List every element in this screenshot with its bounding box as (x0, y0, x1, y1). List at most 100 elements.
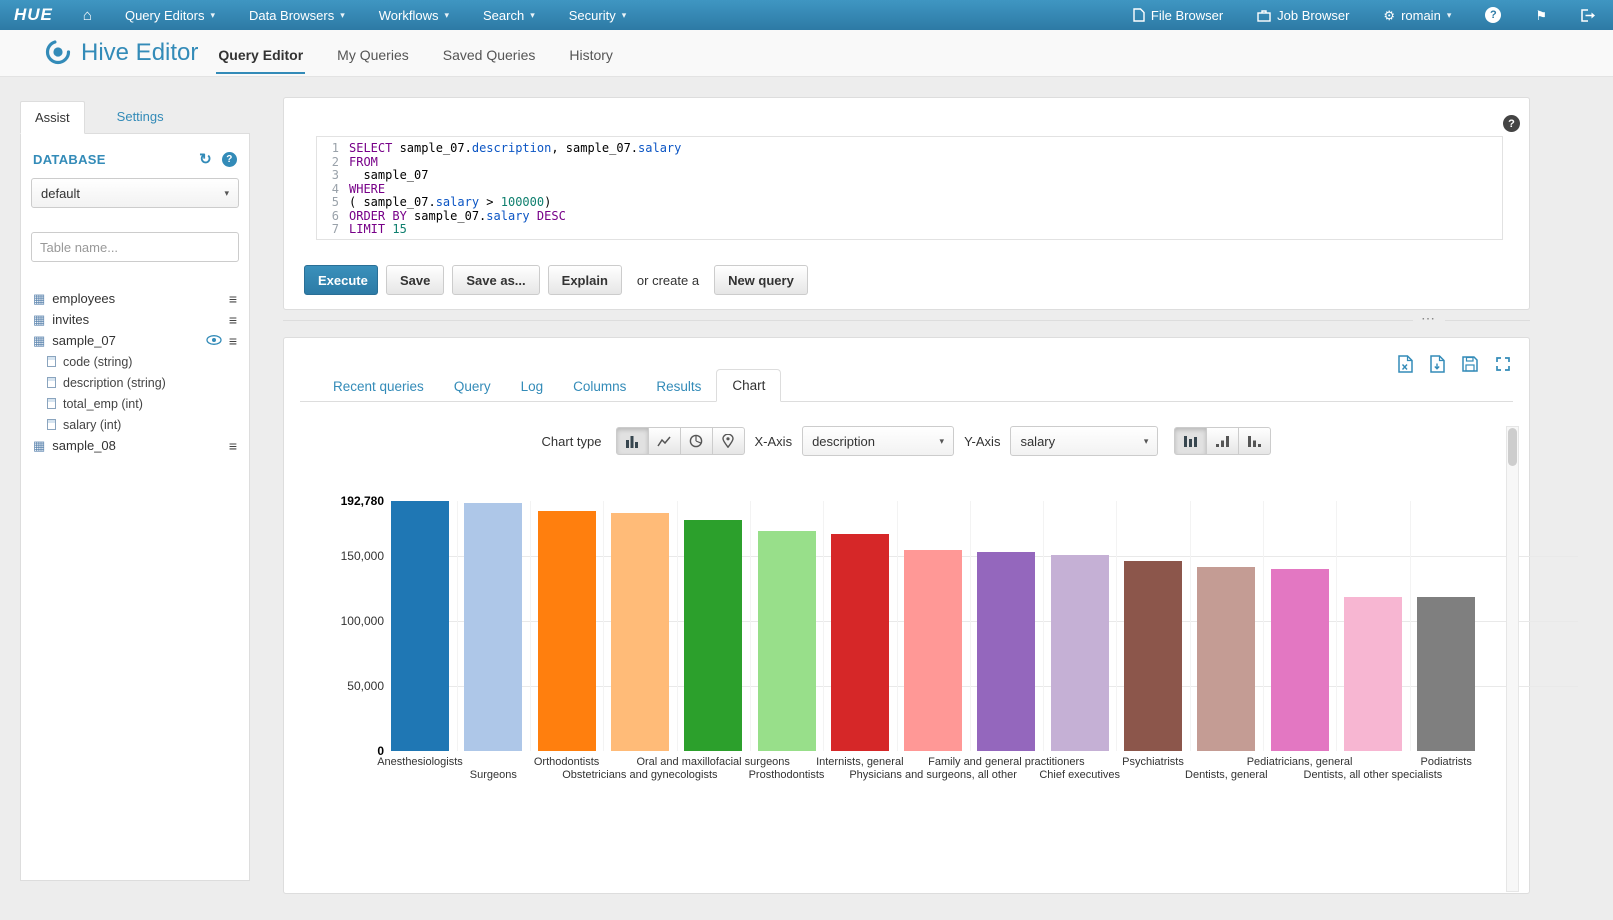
line-chart-button[interactable] (648, 427, 681, 455)
results-tab-results[interactable]: Results (641, 371, 716, 402)
chart-bar-5[interactable] (684, 520, 742, 751)
column-item[interactable]: salary (int) (31, 414, 239, 435)
nav-menu-security[interactable]: Security▾ (552, 0, 644, 30)
database-help-icon[interactable]: ? (222, 152, 237, 167)
chart-type-label: Chart type (542, 434, 602, 449)
file-browser-link[interactable]: File Browser (1116, 0, 1240, 30)
chart-bar-1[interactable] (391, 501, 449, 751)
sorting-none-button[interactable] (1174, 427, 1207, 455)
table-columns-icon[interactable]: ≡ (229, 438, 237, 454)
hue-logo[interactable]: HUE (0, 5, 67, 25)
tab-my-queries[interactable]: My Queries (335, 33, 411, 74)
resize-handle[interactable]: ⋯ (1413, 311, 1445, 325)
pie-chart-button[interactable] (680, 427, 713, 455)
help-button[interactable]: ? (1468, 0, 1518, 30)
results-tab-columns[interactable]: Columns (558, 371, 641, 402)
save-as-button[interactable]: Save as... (452, 265, 539, 295)
new-query-button[interactable]: New query (714, 265, 808, 295)
chart-bar-7[interactable] (831, 534, 889, 751)
chart-bar-12[interactable] (1197, 567, 1255, 751)
chart-bar-11[interactable] (1124, 561, 1182, 751)
y-axis: 192,780150,000100,00050,0000 (294, 501, 384, 751)
table-item-sample_08[interactable]: ▦sample_08≡ (31, 435, 239, 456)
sorting-desc-button[interactable] (1238, 427, 1271, 455)
chart-bar-14[interactable] (1344, 597, 1402, 751)
table-filter-input[interactable] (31, 232, 239, 262)
sql-token: 15 (392, 222, 406, 236)
results-tab-query[interactable]: Query (439, 371, 506, 402)
tab-query-editor[interactable]: Query Editor (216, 33, 305, 74)
sql-text: SELECT sample_07.description, sample_07.… (349, 142, 681, 156)
sorting-asc-button[interactable] (1206, 427, 1239, 455)
tab-settings[interactable]: Settings (117, 109, 164, 124)
editor-help-icon[interactable]: ? (1503, 115, 1520, 132)
table-item-invites[interactable]: ▦invites≡ (31, 309, 239, 330)
map-chart-button[interactable] (712, 427, 745, 455)
sql-token: ( sample_07. (349, 195, 436, 209)
table-icon: ▦ (33, 312, 45, 328)
nav-menu-label: Data Browsers (249, 8, 334, 23)
bar-chart-button[interactable] (616, 427, 649, 455)
sql-token: LIMIT (349, 222, 385, 236)
table-item-employees[interactable]: ▦employees≡ (31, 288, 239, 309)
chart-bar-3[interactable] (538, 511, 596, 751)
scrollbar-thumb[interactable] (1508, 428, 1517, 466)
user-menu[interactable]: ⚙ romain ▾ (1366, 0, 1468, 30)
nav-menu-workflows[interactable]: Workflows▾ (362, 0, 466, 30)
job-browser-label: Job Browser (1277, 8, 1349, 23)
refresh-icon[interactable]: ↻ (199, 150, 212, 168)
column-item[interactable]: total_emp (int) (31, 393, 239, 414)
eye-icon[interactable] (206, 333, 222, 348)
chart-bar-13[interactable] (1271, 569, 1329, 751)
table-columns-icon[interactable]: ≡ (229, 333, 237, 349)
nav-menu-data-browsers[interactable]: Data Browsers▾ (232, 0, 362, 30)
column-item[interactable]: code (string) (31, 351, 239, 372)
table-columns-icon[interactable]: ≡ (229, 312, 237, 328)
chart-bar-8[interactable] (904, 550, 962, 751)
table-icon: ▦ (33, 438, 45, 454)
save-button[interactable]: Save (386, 265, 444, 295)
tab-saved-queries[interactable]: Saved Queries (441, 33, 538, 74)
tab-assist[interactable]: Assist (20, 101, 85, 134)
sql-token: description (472, 141, 551, 155)
line-number: 5 (317, 196, 349, 210)
chart-bar-10[interactable] (1051, 555, 1109, 751)
line-number: 1 (317, 142, 349, 156)
job-browser-link[interactable]: Job Browser (1240, 0, 1366, 30)
chart-bar-4[interactable] (611, 513, 669, 751)
chart-controls: Chart type X-Axis description ▾ Y-Axis s… (284, 426, 1529, 456)
sql-token: sample_07 (349, 168, 428, 182)
results-card: Recent queriesQueryLogColumnsResultsChar… (283, 337, 1530, 894)
results-tab-chart[interactable]: Chart (716, 369, 781, 402)
y-axis-select[interactable]: salary ▾ (1010, 426, 1158, 456)
line-number: 3 (317, 169, 349, 183)
home-icon[interactable]: ⌂ (67, 7, 108, 24)
table-columns-icon[interactable]: ≡ (229, 291, 237, 307)
nav-menu-query-editors[interactable]: Query Editors▾ (108, 0, 232, 30)
sql-code-editor[interactable]: 1SELECT sample_07.description, sample_07… (316, 136, 1503, 240)
results-tab-log[interactable]: Log (506, 371, 559, 402)
results-scrollbar[interactable] (1506, 426, 1519, 892)
sql-text: WHERE (349, 183, 385, 197)
chart-bar-6[interactable] (758, 531, 816, 751)
table-item-sample_07[interactable]: ▦sample_07≡ (31, 330, 239, 351)
nav-menu-label: Workflows (379, 8, 439, 23)
database-select[interactable]: default ▾ (31, 178, 239, 208)
file-browser-label: File Browser (1151, 8, 1223, 23)
chart-bar-2[interactable] (464, 503, 522, 751)
results-tab-recent-queries[interactable]: Recent queries (318, 371, 439, 402)
sign-out-button[interactable] (1564, 0, 1613, 30)
table-list: ▦employees≡▦invites≡▦sample_07≡code (str… (31, 288, 239, 456)
chevron-down-icon: ▾ (1136, 436, 1149, 447)
column-item[interactable]: description (string) (31, 372, 239, 393)
explain-button[interactable]: Explain (548, 265, 622, 295)
nav-menu-search[interactable]: Search▾ (466, 0, 552, 30)
execute-button[interactable]: Execute (304, 265, 378, 295)
chart-bar-9[interactable] (977, 552, 1035, 751)
chart-type-group (616, 427, 745, 455)
x-axis-select[interactable]: description ▾ (802, 426, 954, 456)
sql-token: BY (392, 209, 406, 223)
chart-bar-15[interactable] (1417, 597, 1475, 751)
tab-history[interactable]: History (567, 33, 615, 74)
feedback-button[interactable]: ⚑ (1518, 0, 1564, 30)
